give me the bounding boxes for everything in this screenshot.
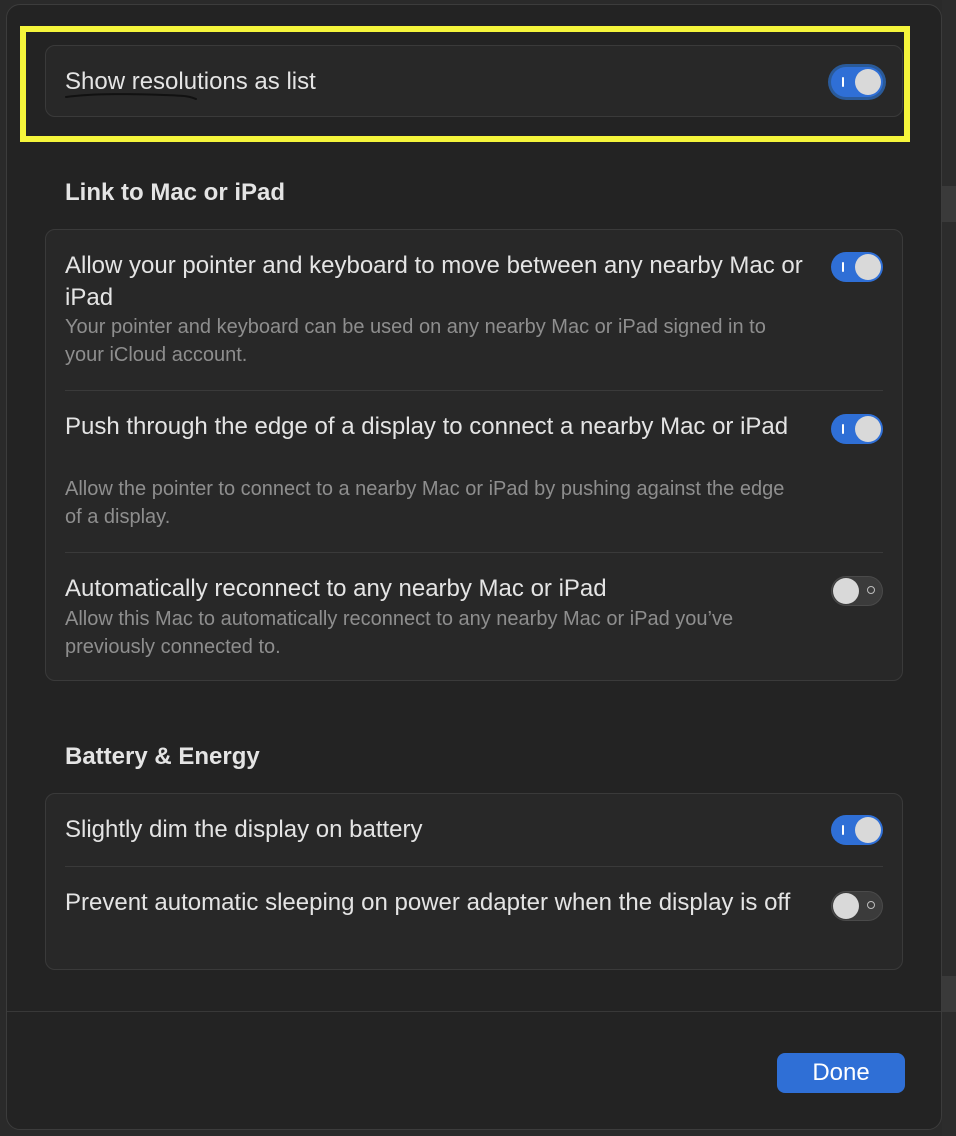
toggle-knob [855, 254, 881, 280]
done-button[interactable]: Done [777, 1053, 905, 1093]
toggle-on-mark-icon [842, 825, 844, 835]
display-advanced-sheet: Show resolutions as list Link to Mac or … [6, 4, 942, 1130]
toggle-off-mark-icon [867, 901, 875, 909]
show-resolutions-toggle[interactable] [831, 67, 883, 97]
auto-reconnect-description: Allow this Mac to automatically reconnec… [65, 608, 734, 658]
section-heading-battery: Battery & Energy [65, 743, 260, 770]
section-heading-link: Link to Mac or iPad [65, 179, 286, 206]
settings-row-auto-reconnect: Automatically reconnect to any nearby Ma… [46, 553, 902, 681]
auto-reconnect-title: Automatically reconnect to any nearby Ma… [65, 575, 607, 602]
settings-row-push-through-edge: Push through the edge of a display to co… [46, 391, 902, 552]
toggle-on-mark-icon [842, 77, 844, 87]
top-settings-group: Show resolutions as list [45, 45, 903, 117]
toggle-on-mark-icon [842, 262, 844, 272]
toggle-knob [833, 578, 859, 604]
background-band [942, 976, 956, 1012]
toggle-knob [855, 69, 881, 95]
toggle-on-mark-icon [842, 424, 844, 434]
battery-settings-group: Slightly dim the display on battery Prev… [45, 793, 903, 970]
pointer-keyboard-description: Your pointer and keyboard can be used on… [65, 316, 766, 366]
pointer-keyboard-title: Allow your pointer and keyboard to move … [65, 252, 803, 311]
link-settings-group: Allow your pointer and keyboard to move … [45, 229, 903, 681]
prevent-sleep-toggle[interactable] [831, 891, 883, 921]
settings-row-prevent-sleep: Prevent automatic sleeping on power adap… [46, 867, 902, 971]
toggle-knob [855, 817, 881, 843]
dim-display-title: Slightly dim the display on battery [65, 816, 423, 843]
background-band [942, 186, 956, 222]
pointer-keyboard-toggle[interactable] [831, 252, 883, 282]
background-window-edge [942, 0, 956, 1136]
toggle-knob [855, 416, 881, 442]
footer-divider [7, 1011, 941, 1012]
toggle-off-mark-icon [867, 586, 875, 594]
toggle-knob [833, 893, 859, 919]
show-resolutions-label: Show resolutions as list [65, 68, 316, 95]
dim-display-toggle[interactable] [831, 815, 883, 845]
push-through-edge-description: Allow the pointer to connect to a nearby… [65, 478, 785, 528]
settings-row-dim-display: Slightly dim the display on battery [46, 794, 902, 866]
push-through-edge-toggle[interactable] [831, 414, 883, 444]
push-through-edge-title: Push through the edge of a display to co… [65, 413, 789, 440]
settings-row-show-resolutions: Show resolutions as list [46, 46, 902, 118]
settings-row-pointer-keyboard: Allow your pointer and keyboard to move … [46, 230, 902, 390]
prevent-sleep-title: Prevent automatic sleeping on power adap… [65, 889, 791, 916]
auto-reconnect-toggle[interactable] [831, 576, 883, 606]
